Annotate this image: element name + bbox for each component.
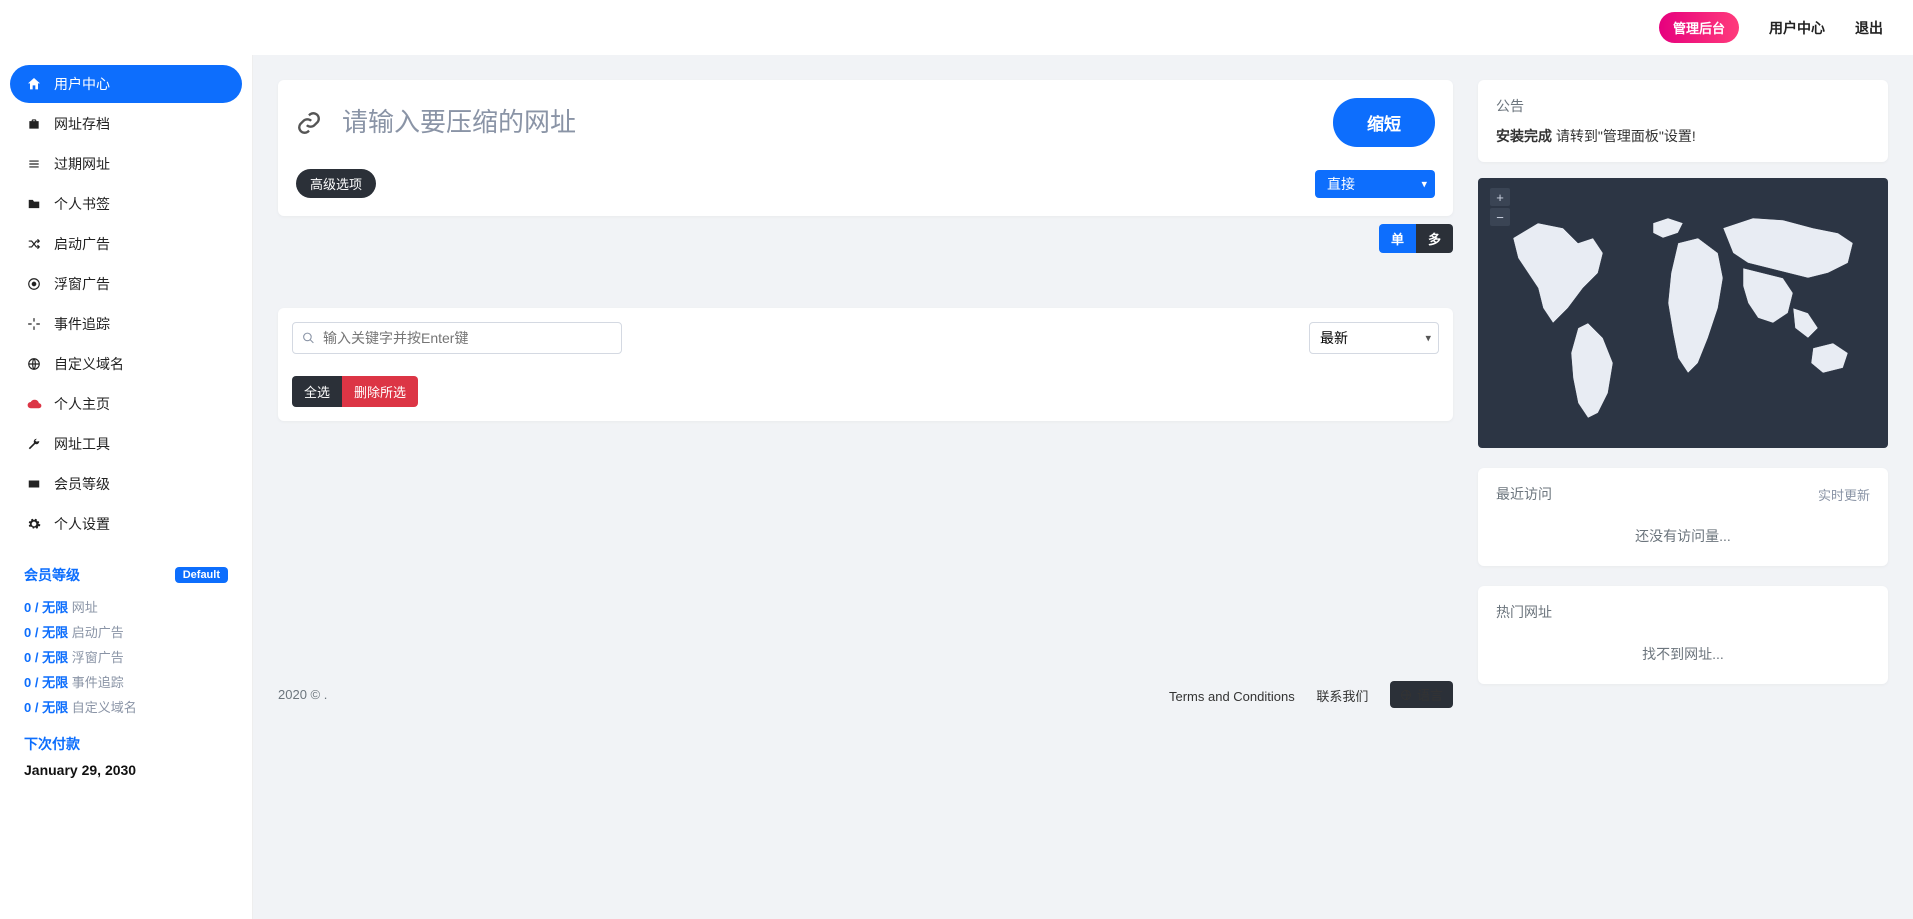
- sidebar-item-label: 网址存档: [54, 114, 110, 134]
- recent-title: 最近访问: [1496, 484, 1552, 504]
- sidebar-item-label: 事件追踪: [54, 314, 110, 334]
- list-icon: [24, 157, 44, 171]
- sidebar-item-tracking[interactable]: 事件追踪: [10, 305, 242, 343]
- sidebar-item-label: 会员等级: [54, 474, 110, 494]
- contact-link[interactable]: 联系我们: [1316, 689, 1368, 704]
- sort-select[interactable]: 最新: [1309, 322, 1439, 354]
- sidebar-item-label: 个人书签: [54, 194, 110, 214]
- url-input[interactable]: [338, 101, 1321, 144]
- globe-icon: [1400, 689, 1412, 701]
- copyright: 2020 © .: [278, 687, 327, 702]
- quota-row: 0 / 无限 自定义域名: [24, 697, 228, 716]
- mode-single-button[interactable]: 单: [1379, 224, 1416, 253]
- gear-icon: [24, 517, 44, 531]
- next-payment-title: 下次付款: [24, 734, 228, 754]
- cloud-icon: [24, 397, 44, 412]
- sidebar-item-settings[interactable]: 个人设置: [10, 505, 242, 543]
- world-map-svg: [1478, 178, 1888, 448]
- quota-row: 0 / 无限 浮窗广告: [24, 647, 228, 666]
- quota-row: 0 / 无限 网址: [24, 597, 228, 616]
- shorten-button[interactable]: 缩短: [1333, 98, 1435, 147]
- sidebar-item-expired[interactable]: 过期网址: [10, 145, 242, 183]
- briefcase-icon: [24, 117, 44, 131]
- wrench-icon: [24, 437, 44, 451]
- hot-urls-card: 热门网址 找不到网址...: [1478, 586, 1888, 684]
- sidebar-item-archive[interactable]: 网址存档: [10, 105, 242, 143]
- hot-title: 热门网址: [1496, 602, 1552, 622]
- mode-multi-button[interactable]: 多: [1416, 224, 1453, 253]
- sidebar-item-splash-ads[interactable]: 启动广告: [10, 225, 242, 263]
- sidebar-item-label: 网址工具: [54, 434, 110, 454]
- footer: 2020 © . Terms and Conditions 联系我们 语言: [278, 681, 1453, 708]
- link-icon: [296, 110, 326, 136]
- sidebar-item-label: 个人主页: [54, 394, 110, 414]
- sidebar: 用户中心 网址存档 过期网址 个人书签 启动广告: [0, 55, 253, 919]
- announcement-card: 公告 安装完成 请转到"管理面板"设置!: [1478, 80, 1888, 162]
- sidebar-item-profile[interactable]: 个人主页: [10, 385, 242, 423]
- logout-link[interactable]: 退出: [1855, 18, 1883, 38]
- mode-toggle: 单 多: [278, 224, 1453, 253]
- quota-row: 0 / 无限 事件追踪: [24, 672, 228, 691]
- sidebar-item-label: 启动广告: [54, 234, 110, 254]
- random-icon: [24, 237, 44, 251]
- sidebar-item-label: 用户中心: [54, 74, 110, 94]
- advanced-options-button[interactable]: 高级选项: [296, 169, 376, 198]
- home-icon: [24, 76, 44, 92]
- membership-section: 会员等级 Default 0 / 无限 网址 0 / 无限 启动广告 0 / 无限 …: [10, 545, 242, 778]
- recent-sub: 实时更新: [1818, 485, 1870, 504]
- membership-badge: Default: [175, 567, 228, 583]
- announcement-title: 公告: [1496, 96, 1870, 116]
- card-icon: [24, 477, 44, 491]
- recent-empty: 还没有访问量...: [1496, 520, 1870, 550]
- sidebar-item-label: 个人设置: [54, 514, 110, 534]
- membership-title: 会员等级: [24, 565, 80, 585]
- hot-empty: 找不到网址...: [1496, 638, 1870, 668]
- sidebar-item-membership[interactable]: 会员等级: [10, 465, 242, 503]
- topbar: 管理后台 用户中心 退出: [0, 0, 1913, 55]
- user-center-link[interactable]: 用户中心: [1769, 18, 1825, 38]
- list-card: 最新 全选删除所选: [278, 308, 1453, 421]
- quota-row: 0 / 无限 启动广告: [24, 622, 228, 641]
- sidebar-item-domains[interactable]: 自定义域名: [10, 345, 242, 383]
- admin-link[interactable]: 管理后台: [1659, 12, 1739, 43]
- recent-visits-card: 最近访问 实时更新 还没有访问量...: [1478, 468, 1888, 566]
- sidebar-item-label: 浮窗广告: [54, 274, 110, 294]
- globe-icon: [24, 357, 44, 371]
- sidebar-item-tools[interactable]: 网址工具: [10, 425, 242, 463]
- delete-selected-button[interactable]: 删除所选: [342, 376, 418, 407]
- terms-link[interactable]: Terms and Conditions: [1169, 689, 1295, 704]
- announcement-text: 安装完成 请转到"管理面板"设置!: [1496, 126, 1870, 146]
- search-input[interactable]: [292, 322, 622, 354]
- sidebar-item-label: 自定义域名: [54, 354, 124, 374]
- language-button[interactable]: 语言: [1390, 681, 1453, 708]
- world-map: + −: [1478, 178, 1888, 448]
- folder-icon: [24, 197, 44, 211]
- select-all-button[interactable]: 全选: [292, 376, 342, 407]
- search-icon: [302, 332, 315, 345]
- sidebar-item-overlay-ads[interactable]: 浮窗广告: [10, 265, 242, 303]
- next-payment-date: January 29, 2030: [24, 762, 228, 778]
- sidebar-item-bookmarks[interactable]: 个人书签: [10, 185, 242, 223]
- shorten-card: 缩短 高级选项 直接: [278, 80, 1453, 216]
- redirect-type-select[interactable]: 直接: [1315, 170, 1435, 198]
- sidebar-item-label: 过期网址: [54, 154, 110, 174]
- crosshair-icon: [24, 317, 44, 331]
- sidebar-item-user-center[interactable]: 用户中心: [10, 65, 242, 103]
- circle-icon: [24, 277, 44, 291]
